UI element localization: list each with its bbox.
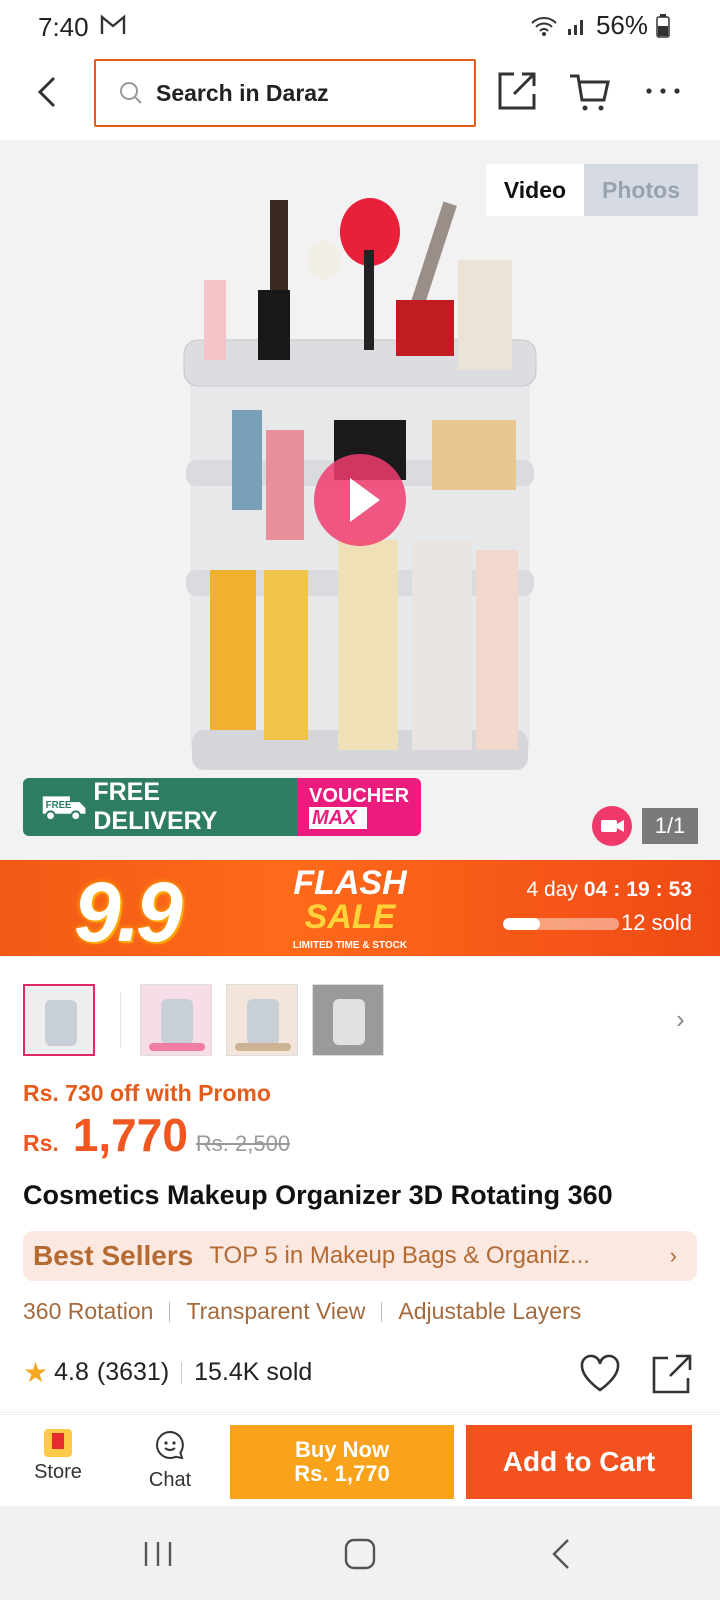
add-to-cart-button[interactable]: Add to Cart: [466, 1425, 692, 1499]
store-logo-icon: [44, 1429, 72, 1457]
sold-progress-bar: [503, 918, 619, 930]
video-camera-icon[interactable]: [592, 806, 632, 846]
back-nav-icon[interactable]: [542, 1534, 582, 1574]
rating-value: 4.8: [54, 1358, 89, 1386]
feature-tag: Adjustable Layers: [398, 1298, 582, 1324]
media-toggle[interactable]: Video Photos: [485, 164, 698, 216]
review-count: (3631): [96, 1358, 170, 1386]
feature-tag: Transparent View: [186, 1298, 366, 1324]
chat-label: Chat: [148, 1469, 192, 1491]
thumbnail[interactable]: [226, 984, 298, 1056]
top-header: Search in Daraz: [0, 52, 720, 140]
best-sellers-rank: TOP 5 in Makeup Bags & Organiz...: [209, 1242, 590, 1269]
feature-divider: [381, 1301, 383, 1322]
rating-row[interactable]: ★ 4.8 (3631) 15.4K sold: [23, 1356, 312, 1389]
chat-button[interactable]: Chat: [142, 1429, 198, 1492]
rating-divider: [181, 1361, 183, 1384]
image-counter: 1/1: [642, 808, 698, 844]
feature-tag: 360 Rotation: [23, 1298, 154, 1324]
delivery-truck-icon: FREE: [42, 796, 86, 822]
back-icon[interactable]: [28, 72, 68, 112]
cart-icon[interactable]: [566, 68, 612, 114]
chat-icon: [156, 1430, 184, 1460]
best-sellers-label: Best Sellers: [33, 1240, 194, 1271]
voucher-max-label: MAX: [309, 807, 367, 829]
flash-title-1: FLASH: [293, 864, 407, 902]
search-placeholder: Search in Daraz: [156, 79, 329, 106]
battery-icon: [656, 13, 670, 38]
thumbnail[interactable]: [140, 984, 212, 1056]
event-logo: 9.9: [74, 865, 183, 959]
sold-progress-fill: [503, 918, 541, 930]
play-button[interactable]: [314, 454, 406, 546]
thumbnail-strip: ›: [0, 984, 720, 1058]
search-input[interactable]: Search in Daraz: [94, 59, 476, 127]
store-label: Store: [34, 1461, 82, 1483]
wifi-icon: [531, 16, 557, 36]
countdown-timer: 4 day 04 : 19 : 53: [527, 878, 692, 902]
wishlist-heart-icon[interactable]: [578, 1352, 622, 1396]
countdown-minutes: 19: [626, 878, 650, 901]
system-nav-bar: [0, 1506, 720, 1600]
flash-title-2: SALE: [304, 898, 396, 936]
best-sellers-banner[interactable]: Best Sellers TOP 5 in Makeup Bags & Orga…: [23, 1231, 697, 1281]
countdown-sep: :: [655, 878, 663, 901]
sold-count: 15.4K sold: [194, 1358, 313, 1386]
status-right: 56%: [530, 10, 670, 41]
recent-apps-icon[interactable]: [138, 1534, 178, 1574]
product-title: Cosmetics Makeup Organizer 3D Rotating 3…: [23, 1180, 613, 1210]
thumbnail-divider: [120, 992, 121, 1048]
free-delivery-label: FREE DELIVERY: [93, 778, 218, 835]
thumbnail[interactable]: [23, 984, 95, 1056]
price-currency: Rs.: [23, 1130, 59, 1156]
status-bar: 7:40 56%: [0, 0, 720, 52]
delivery-tag: FREE: [46, 800, 72, 811]
gmail-icon: [100, 14, 126, 34]
share-icon[interactable]: [494, 68, 540, 114]
countdown-seconds: 53: [668, 878, 692, 901]
store-button[interactable]: Store: [30, 1429, 86, 1484]
search-icon: [120, 82, 142, 104]
thumbnail-tag: [149, 1043, 205, 1051]
voucher-max-badge: VOUCHER MAX: [297, 778, 421, 836]
thumbnail-tag: [235, 1043, 291, 1051]
buy-now-price: Rs. 1,770: [294, 1461, 390, 1486]
tab-photos[interactable]: Photos: [584, 164, 698, 216]
buy-now-button[interactable]: Buy Now Rs. 1,770: [230, 1425, 454, 1499]
battery-percent: 56%: [595, 10, 648, 40]
thumbnail[interactable]: [312, 984, 384, 1056]
delivery-banner: FREE FREE DELIVERY VOUCHER MAX: [23, 778, 421, 836]
more-options-icon[interactable]: [640, 68, 686, 114]
status-time: 7:40: [38, 12, 89, 42]
divider: [0, 1412, 720, 1413]
tab-video[interactable]: Video: [485, 164, 585, 216]
price-amount: 1,770: [72, 1109, 188, 1161]
feature-divider: [169, 1301, 171, 1322]
buy-now-label: Buy Now: [294, 1437, 390, 1462]
flash-sold-count: 12 sold: [621, 910, 692, 935]
star-icon: ★: [23, 1357, 49, 1388]
promo-text[interactable]: Rs. 730 off with Promo: [23, 1080, 271, 1107]
original-price: Rs. 2,500: [195, 1131, 291, 1156]
countdown-days: 4 day: [526, 878, 578, 901]
price-block: Rs. 1,770 Rs. 2,500: [23, 1108, 290, 1162]
bottom-action-bar: Store Chat Buy Now Rs. 1,770 Add to Cart: [0, 1414, 720, 1506]
feature-tags: 360 Rotation Transparent View Adjustable…: [23, 1298, 581, 1325]
voucher-label: VOUCHER: [309, 785, 410, 807]
countdown-sep: :: [613, 878, 621, 901]
flash-sale-banner[interactable]: 9.9 FLASH SALE LIMITED TIME & STOCK 4 da…: [0, 860, 720, 959]
flash-sale-title: FLASH SALE LIMITED TIME & STOCK: [282, 866, 418, 951]
share-icon[interactable]: [650, 1352, 694, 1396]
product-gallery[interactable]: Video Photos FREE FREE DELIVERY VOUCHER …: [0, 140, 720, 860]
chevron-right-icon: ›: [669, 1243, 677, 1268]
signal-icon: [567, 19, 583, 35]
countdown-hours: 04: [583, 878, 608, 901]
free-delivery-badge: FREE FREE DELIVERY: [23, 778, 297, 836]
chevron-right-icon[interactable]: ›: [676, 1004, 685, 1035]
flash-subtitle: LIMITED TIME & STOCK: [292, 940, 408, 951]
home-icon[interactable]: [340, 1534, 380, 1574]
